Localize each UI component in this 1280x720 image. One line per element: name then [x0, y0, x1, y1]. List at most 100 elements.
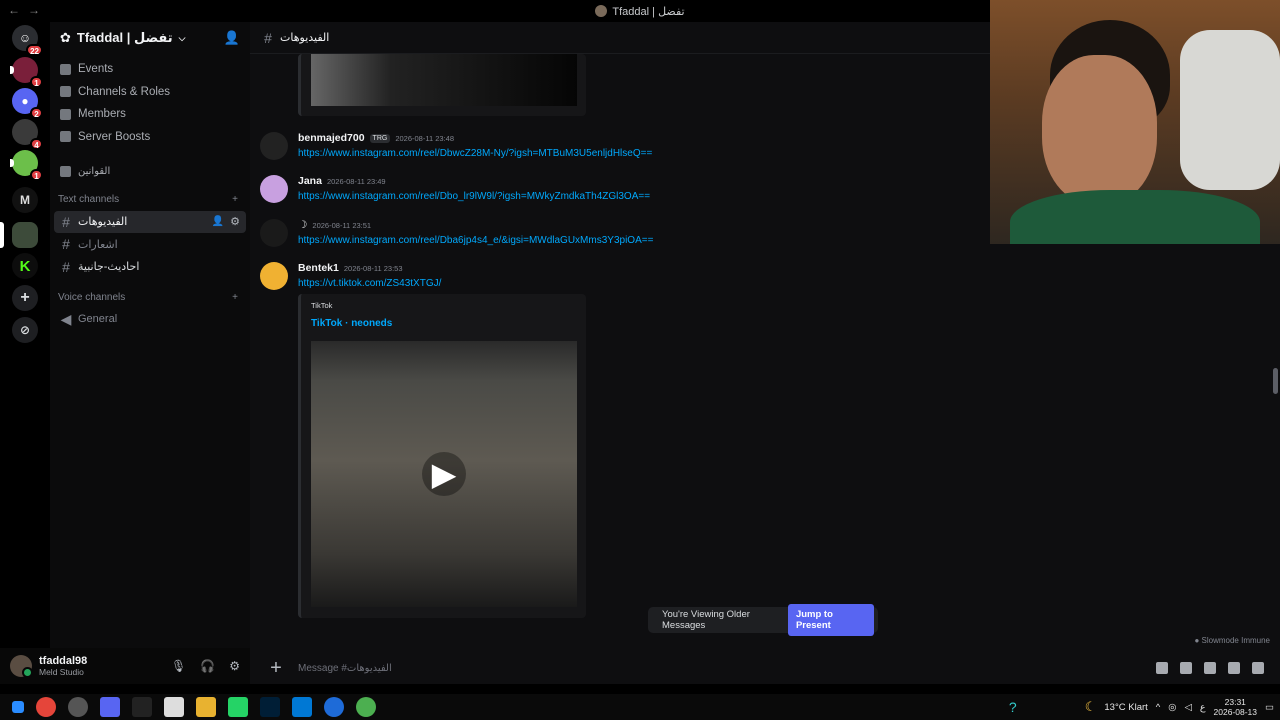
unread-badge: 2: [30, 107, 43, 119]
category-label: Text channels: [58, 194, 120, 205]
browser-icon[interactable]: [324, 697, 344, 717]
avatar[interactable]: [10, 655, 33, 678]
hash-icon: #: [62, 213, 70, 230]
person-shirt: [1010, 190, 1260, 244]
message-author[interactable]: Jana: [298, 175, 322, 187]
menu-label: Channels & Roles: [78, 85, 171, 98]
video-player[interactable]: ▶: [311, 341, 577, 607]
gif-icon[interactable]: [1180, 662, 1192, 674]
emoji-icon[interactable]: [1228, 662, 1240, 674]
message: Bentek1 2026-08-11 23:53 https://vt.tikto…: [260, 262, 441, 290]
file-explorer-icon[interactable]: [196, 697, 216, 717]
photoshop-icon[interactable]: [260, 697, 280, 717]
system-tray: ? ☾ 13°C Klart ^ ◎ ◁ ع 23:31 2026-08-13 ▭: [1009, 697, 1274, 717]
message-author[interactable]: ☽: [298, 219, 307, 231]
list-icon: [60, 86, 71, 98]
hash-icon: #: [62, 258, 70, 275]
avatar[interactable]: [260, 175, 288, 203]
scrollbar[interactable]: [1273, 368, 1278, 394]
unread-badge: 4: [30, 138, 43, 150]
embed-title[interactable]: TikTok · neoneds: [311, 318, 392, 329]
volume-icon[interactable]: ◁: [1185, 702, 1192, 713]
play-icon[interactable]: ▶: [422, 452, 466, 496]
app-icon[interactable]: [132, 697, 152, 717]
add-channel-icon[interactable]: +: [232, 292, 238, 303]
voice-channels-category[interactable]: Voice channels +: [50, 286, 250, 308]
apps-icon[interactable]: [1252, 662, 1264, 674]
back-arrow-icon[interactable]: ←: [8, 3, 20, 17]
help-icon[interactable]: ?: [1009, 699, 1017, 715]
channel-videos[interactable]: # الفيديوهات 👤 ⚙: [54, 210, 246, 233]
server-icon-1[interactable]: 1: [10, 57, 43, 88]
active-server-icon[interactable]: [0, 222, 38, 248]
message-link[interactable]: https://www.instagram.com/reel/Dba6jp4s4…: [298, 235, 653, 246]
embed-provider: TikTok: [311, 301, 333, 310]
avatar[interactable]: [260, 219, 288, 247]
webcam-overlay: [990, 0, 1280, 244]
discord-icon[interactable]: [100, 697, 120, 717]
add-channel-icon[interactable]: +: [232, 194, 238, 205]
events-item[interactable]: Events: [50, 58, 250, 81]
whatsapp-icon[interactable]: [228, 697, 248, 717]
start-icon[interactable]: [12, 701, 24, 713]
obs-icon[interactable]: [68, 697, 88, 717]
tray-chevron-icon[interactable]: ^: [1156, 702, 1160, 713]
forward-arrow-icon[interactable]: →: [28, 3, 40, 17]
headphones-icon[interactable]: 🎧: [200, 659, 215, 673]
message-composer: + Message #الفيديوهات: [260, 654, 1270, 682]
avatar[interactable]: [260, 262, 288, 290]
server-icon-4[interactable]: 1: [10, 150, 43, 181]
direct-messages-button[interactable]: ☺ 22: [12, 25, 43, 56]
avatar[interactable]: [260, 132, 288, 160]
members-icon: [60, 108, 71, 120]
network-icon[interactable]: ◎: [1168, 702, 1176, 713]
moon-icon: ☾: [1084, 699, 1097, 714]
message-author[interactable]: Bentek1: [298, 262, 339, 274]
members-item[interactable]: Members: [50, 103, 250, 126]
discord-server-icon[interactable]: ● 2: [12, 88, 43, 119]
channel-sidebar: ✿ Tfaddal | تفضل ⌵ 👤 Events Channels & R…: [50, 22, 250, 648]
settings-gear-icon[interactable]: ⚙: [230, 215, 240, 228]
channel-label: General: [78, 313, 118, 326]
notification-icon[interactable]: ▭: [1265, 702, 1274, 713]
chrome-profile-icon[interactable]: [356, 697, 376, 717]
server-k-icon[interactable]: K: [12, 253, 38, 279]
message-link[interactable]: https://vt.tiktok.com/ZS43tXTGJ/: [298, 278, 441, 289]
sticker-icon[interactable]: [1204, 662, 1216, 674]
text-channels-category[interactable]: Text channels +: [50, 189, 250, 211]
embed-thumbnail[interactable]: [311, 54, 577, 106]
message-link[interactable]: https://www.instagram.com/reel/Dbo_lr9lW…: [298, 191, 650, 202]
rules-channel[interactable]: القوانين: [50, 160, 250, 183]
message-input[interactable]: Message #الفيديوهات: [298, 663, 1144, 674]
gift-icon[interactable]: [1156, 662, 1168, 674]
voice-channel-general[interactable]: ◀ General: [54, 308, 246, 331]
jump-to-present-button[interactable]: Jump to Present: [787, 604, 874, 636]
capcut-icon[interactable]: [164, 697, 184, 717]
server-header[interactable]: ✿ Tfaddal | تفضل ⌵ 👤: [50, 22, 250, 54]
channel-side-talk[interactable]: # احاديث-جانبية: [54, 256, 246, 279]
discover-icon[interactable]: ⊘: [12, 317, 38, 343]
channel-notifications[interactable]: # اشعارات: [54, 233, 246, 256]
channels-roles-item[interactable]: Channels & Roles: [50, 81, 250, 104]
microphone-icon[interactable]: 🎙: [171, 659, 186, 673]
weather-label[interactable]: 13°C Klart: [1104, 702, 1147, 713]
message: ☽ 2026-08-11 23:51 https://www.instagram.…: [260, 219, 653, 247]
clock[interactable]: 23:31 2026-08-13: [1214, 697, 1257, 717]
message-author[interactable]: benmajed700: [298, 132, 365, 144]
server-m-icon[interactable]: M: [12, 187, 38, 213]
server-boosts-item[interactable]: Server Boosts: [50, 126, 250, 149]
invite-icon[interactable]: 👤: [212, 216, 224, 227]
message-link[interactable]: https://www.instagram.com/reel/DbwcZ28M-…: [298, 148, 652, 159]
server-icon-3[interactable]: 4: [12, 119, 43, 150]
older-messages-text: You're Viewing Older Messages: [662, 609, 750, 631]
message: Jana 2026-08-11 23:49 https://www.instagr…: [260, 175, 650, 203]
user-settings-icon[interactable]: ⚙: [229, 659, 240, 673]
attach-plus-icon[interactable]: +: [266, 657, 286, 680]
app-window-icon[interactable]: [292, 697, 312, 717]
language-indicator[interactable]: ع: [1200, 702, 1206, 713]
invite-people-icon[interactable]: 👤: [224, 30, 240, 46]
add-server-icon[interactable]: +: [12, 285, 38, 311]
guild-tag: TRG: [369, 133, 391, 143]
chrome-icon[interactable]: [36, 697, 56, 717]
menu-label: Members: [78, 108, 126, 121]
